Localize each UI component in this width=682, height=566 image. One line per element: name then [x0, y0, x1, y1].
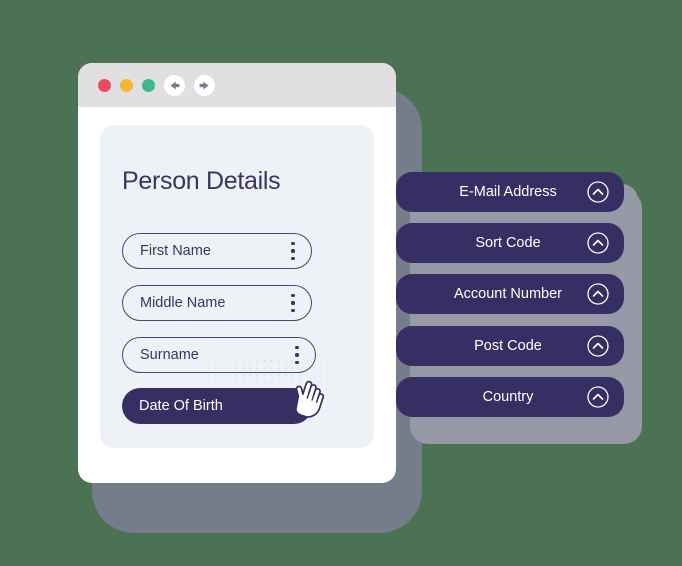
accordion-panel-sort-code[interactable]: Sort Code — [396, 223, 624, 263]
panel-label: E-Mail Address — [459, 184, 557, 200]
window-titlebar — [78, 63, 396, 107]
chevron-up-circle-icon[interactable] — [586, 385, 610, 409]
browser-window: Person Details First Name Middle Name Su… — [78, 63, 396, 483]
accordion-panel-account-number[interactable]: Account Number — [396, 274, 624, 314]
field-first-name[interactable]: First Name — [122, 233, 312, 269]
accordion-panel-email-address[interactable]: E-Mail Address — [396, 172, 624, 212]
accordion-panel-post-code[interactable]: Post Code — [396, 326, 624, 366]
button-label: Date Of Birth — [139, 398, 223, 414]
chevron-up-circle-icon[interactable] — [586, 180, 610, 204]
chevron-up-circle-icon[interactable] — [586, 334, 610, 358]
panel-label: Account Number — [454, 286, 562, 302]
date-of-birth-button[interactable]: Date Of Birth — [122, 388, 312, 424]
chevron-up-circle-icon[interactable] — [586, 282, 610, 306]
illustration-stage: E-Mail Address Sort Code Account Number … — [0, 0, 682, 566]
person-details-card: Person Details First Name Middle Name Su… — [100, 125, 374, 448]
kebab-menu-icon[interactable] — [295, 346, 299, 364]
panel-label: Sort Code — [475, 235, 541, 251]
minimize-dot[interactable] — [120, 78, 133, 92]
field-surname[interactable]: Surname — [122, 337, 316, 373]
field-label: Middle Name — [140, 295, 226, 311]
kebab-menu-icon[interactable] — [291, 294, 295, 312]
page-title: Person Details — [122, 167, 281, 195]
back-arrow-icon[interactable] — [164, 74, 185, 96]
kebab-menu-icon[interactable] — [291, 242, 295, 260]
field-middle-name[interactable]: Middle Name — [122, 285, 312, 321]
chevron-up-circle-icon[interactable] — [586, 231, 610, 255]
field-label: First Name — [140, 243, 211, 259]
panel-label: Country — [482, 389, 534, 405]
panel-label: Post Code — [474, 338, 542, 354]
forward-arrow-icon[interactable] — [194, 74, 215, 96]
accordion-panel-country[interactable]: Country — [396, 377, 624, 417]
maximize-dot[interactable] — [142, 78, 155, 92]
field-label: Surname — [140, 347, 199, 363]
close-dot[interactable] — [98, 78, 111, 92]
